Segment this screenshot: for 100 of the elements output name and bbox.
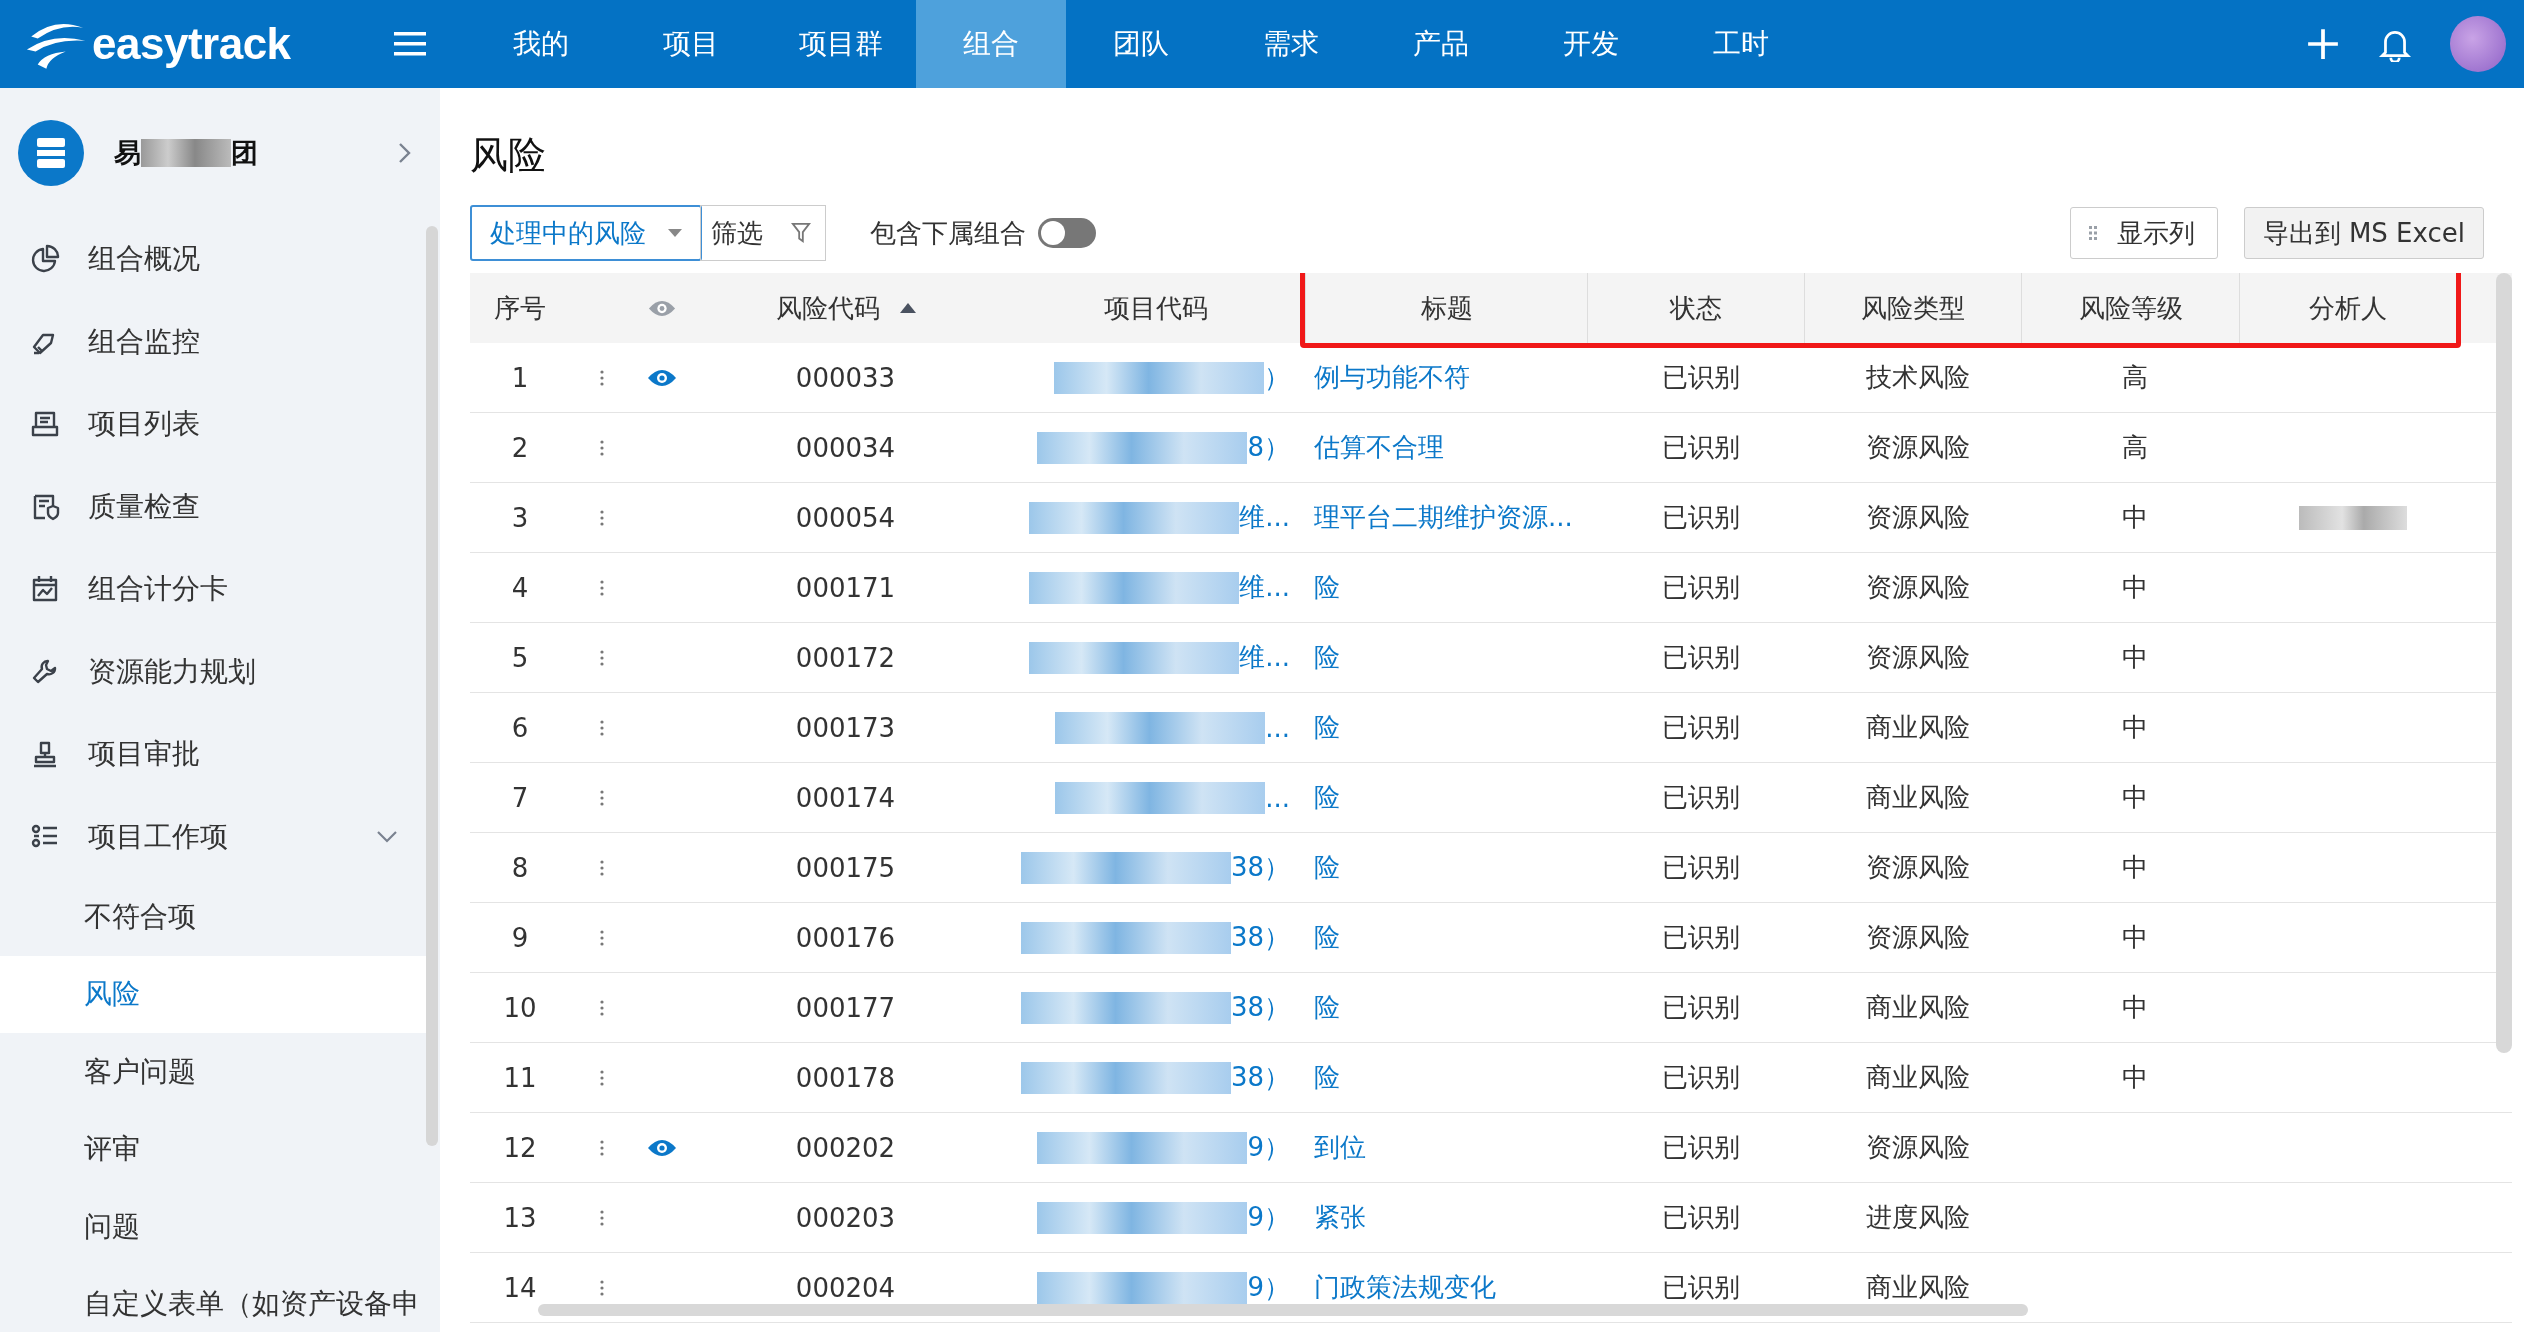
project-code-link[interactable]: 维... — [1239, 570, 1290, 605]
more-icon[interactable] — [600, 929, 604, 946]
project-code-link[interactable]: 38） — [1230, 1060, 1290, 1095]
title-link[interactable]: 理平台二期维护资源... — [1314, 500, 1573, 535]
sidebar-subitem[interactable]: 问题 — [0, 1188, 426, 1266]
project-code-link[interactable]: ） — [1264, 360, 1290, 395]
column-header[interactable]: 标题 — [1420, 290, 1473, 326]
title-link[interactable]: 到位 — [1314, 1130, 1366, 1165]
title-link[interactable]: 险 — [1314, 850, 1340, 885]
sidebar-subitem[interactable]: 风险 — [0, 955, 426, 1033]
project-code-link[interactable]: 9） — [1247, 1130, 1290, 1165]
sidebar-subitem[interactable]: 不符合项 — [0, 878, 426, 956]
scrollbar[interactable] — [538, 1304, 2028, 1316]
row-number: 5 — [511, 642, 529, 673]
column-header[interactable]: 状态 — [1670, 290, 1722, 326]
more-icon[interactable] — [600, 579, 604, 596]
page-title: 风险 — [470, 132, 547, 179]
column-header[interactable]: 风险代码 — [775, 290, 880, 326]
column-header[interactable]: 分析人 — [2309, 290, 2387, 326]
export-button[interactable]: 导出到 MS Excel — [2243, 207, 2484, 259]
table-cell: 000173 — [795, 712, 896, 743]
more-icon[interactable] — [600, 719, 604, 736]
title-link[interactable]: 门政策法规变化 — [1314, 1270, 1496, 1305]
nav-tab[interactable]: 我的 — [466, 0, 616, 88]
project-code-link[interactable]: 38） — [1230, 920, 1290, 955]
chevron-right-icon[interactable] — [398, 142, 412, 164]
more-icon[interactable] — [600, 1069, 604, 1086]
more-icon[interactable] — [600, 1279, 604, 1296]
column-header[interactable]: 风险等级 — [2078, 290, 2183, 326]
nav-tab[interactable]: 需求 — [1216, 0, 1366, 88]
menu-icon[interactable] — [394, 31, 426, 57]
more-icon[interactable] — [600, 1209, 604, 1226]
column-header[interactable]: 风险类型 — [1861, 290, 1965, 326]
project-code-link[interactable]: 8） — [1247, 430, 1290, 465]
sidebar-item[interactable]: 组合监控 — [0, 300, 426, 383]
sort-up-icon[interactable] — [899, 303, 916, 313]
nav-tab[interactable]: 开发 — [1516, 0, 1666, 88]
sidebar-item[interactable]: 组合概况 — [0, 218, 426, 301]
sidebar-item[interactable]: 项目列表 — [0, 383, 426, 466]
title-link[interactable]: 险 — [1314, 780, 1340, 815]
more-icon[interactable] — [600, 369, 604, 386]
scrollbar[interactable] — [2496, 273, 2512, 1053]
nav-tab[interactable]: 团队 — [1066, 0, 1216, 88]
nav-tab[interactable]: 产品 — [1366, 0, 1516, 88]
project-code-link[interactable]: ... — [1265, 712, 1290, 743]
project-code-link[interactable]: 38） — [1230, 850, 1290, 885]
more-icon[interactable] — [600, 439, 604, 456]
show-columns-button[interactable]: 显示列 — [2069, 207, 2218, 259]
filter-button[interactable]: 筛选 — [700, 205, 826, 261]
sidebar-subitem[interactable]: 自定义表单（如资产设备申 — [0, 1265, 426, 1332]
table-cell-text: 资源风险 — [1865, 641, 1970, 674]
sidebar-item[interactable]: 项目审批 — [0, 713, 426, 796]
project-code-link[interactable]: ... — [1265, 782, 1290, 813]
more-icon[interactable] — [600, 509, 604, 526]
eye-icon[interactable] — [647, 1137, 677, 1158]
more-icon[interactable] — [600, 649, 604, 666]
eye-icon[interactable] — [647, 367, 677, 388]
more-icon[interactable] — [600, 1139, 604, 1156]
scrollbar[interactable] — [426, 226, 438, 1146]
title-link[interactable]: 险 — [1314, 570, 1340, 605]
view-dropdown[interactable]: 处理中的风险 — [470, 205, 702, 261]
table-cell: 000054 — [795, 502, 896, 533]
chevron-down-icon[interactable] — [376, 829, 398, 844]
toggle-switch[interactable] — [1038, 218, 1096, 248]
nav-tab[interactable]: 组合 — [916, 0, 1066, 88]
sidebar-subitem[interactable]: 评审 — [0, 1110, 426, 1188]
table-cell-text: 商业风险 — [1865, 781, 1970, 814]
sidebar-item[interactable]: 资源能力规划 — [0, 630, 426, 713]
row-number: 2 — [511, 432, 529, 463]
nav-tab[interactable]: 工时 — [1666, 0, 1816, 88]
title-link[interactable]: 估算不合理 — [1314, 430, 1444, 465]
title-link[interactable]: 险 — [1314, 710, 1340, 745]
nav-tab[interactable]: 项目 — [616, 0, 766, 88]
table-cell-text: 已识别 — [1661, 501, 1740, 534]
sidebar-item[interactable]: 项目工作项 — [0, 795, 426, 878]
column-header[interactable]: 序号 — [494, 290, 546, 326]
more-icon[interactable] — [600, 999, 604, 1016]
title-link[interactable]: 险 — [1314, 990, 1340, 1025]
table-cell-text: 中 — [2122, 711, 2148, 744]
sidebar-item[interactable]: 组合计分卡 — [0, 548, 426, 631]
title-link[interactable]: 险 — [1314, 1060, 1340, 1095]
title-link[interactable]: 紧张 — [1314, 1200, 1366, 1235]
project-code-link[interactable]: 维... — [1239, 500, 1290, 535]
add-icon[interactable] — [2306, 27, 2340, 61]
table-cell-text: 高 — [2122, 431, 2148, 464]
project-code-link[interactable]: 维... — [1239, 640, 1290, 675]
table-cell-text: 已识别 — [1661, 991, 1740, 1024]
sidebar-item[interactable]: 质量检查 — [0, 465, 426, 548]
project-code-link[interactable]: 9） — [1247, 1270, 1290, 1305]
project-code-link[interactable]: 9） — [1247, 1200, 1290, 1235]
sidebar-subitem[interactable]: 客户问题 — [0, 1033, 426, 1111]
more-icon[interactable] — [600, 789, 604, 806]
nav-tab[interactable]: 项目群 — [766, 0, 916, 88]
title-link[interactable]: 例与功能不符 — [1314, 360, 1470, 395]
title-link[interactable]: 险 — [1314, 640, 1340, 675]
more-icon[interactable] — [600, 859, 604, 876]
column-header[interactable]: 项目代码 — [1103, 290, 1208, 326]
title-link[interactable]: 险 — [1314, 920, 1340, 955]
table-cell: 000175 — [795, 852, 896, 883]
project-code-link[interactable]: 38） — [1230, 990, 1290, 1025]
